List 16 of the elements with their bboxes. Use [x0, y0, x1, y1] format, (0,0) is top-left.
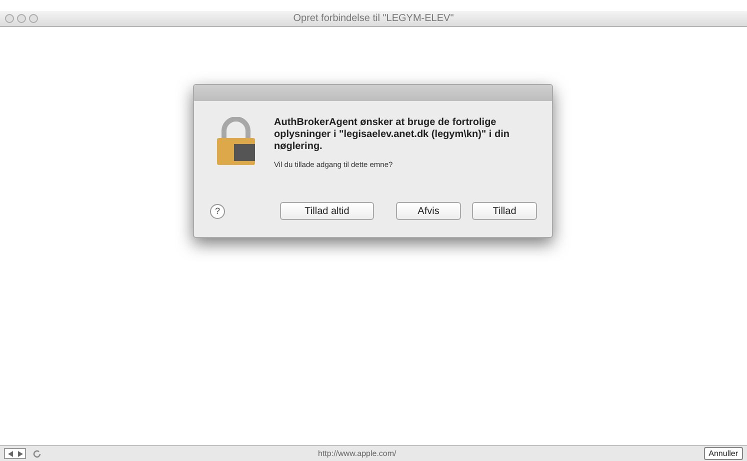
- back-forward-button[interactable]: [4, 448, 26, 459]
- dialog-button[interactable]: Tillad: [472, 202, 537, 220]
- zoom-icon[interactable]: [29, 14, 38, 23]
- reload-icon[interactable]: [32, 448, 42, 458]
- dialog-message: AuthBrokerAgent ønsker at bruge de fortrolige oplysninger i "legisaelev.anet.dk (legym\kn)" i din nøglering.: [274, 117, 510, 153]
- dialog-button[interactable]: Tillad altid: [280, 202, 374, 220]
- dialog-button[interactable]: Afvis: [396, 202, 461, 220]
- url-text: http://www.apple.com/: [318, 448, 396, 460]
- back-icon: [8, 450, 12, 456]
- minimize-icon[interactable]: [17, 14, 26, 23]
- window-title: Opret forbindelse til "LEGYM-ELEV": [293, 12, 454, 26]
- close-icon[interactable]: [5, 14, 14, 23]
- help-button[interactable]: ?: [210, 204, 225, 219]
- lock-icon: [214, 117, 258, 167]
- cancel-button[interactable]: Annuller: [704, 447, 743, 460]
- forward-icon: [18, 450, 22, 456]
